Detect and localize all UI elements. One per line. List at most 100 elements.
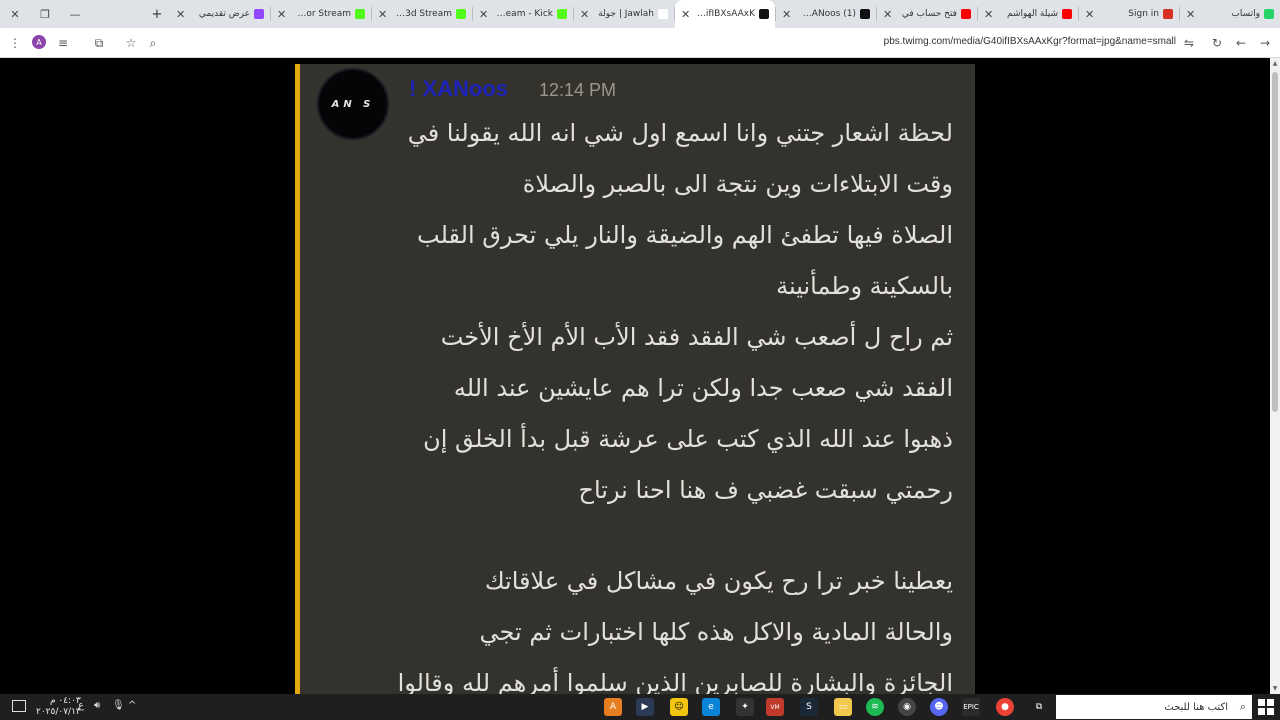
menu-icon[interactable]: ⋮: [6, 34, 24, 52]
start-button[interactable]: [1258, 699, 1274, 715]
tab-favicon-icon: [1264, 9, 1274, 19]
message-line: ذهبوا عند الله الذي كتب على عرشة قبل بدأ…: [423, 425, 953, 453]
site-settings-icon[interactable]: ⇋: [1180, 34, 1198, 52]
tab-favicon-icon: [1163, 9, 1173, 19]
clock-time: ٠٤:٠٣ م: [49, 696, 81, 706]
message-line: يعطينا خبر ترا رح يكون في مشاكل في علاقا…: [484, 567, 953, 595]
scroll-up-icon[interactable]: ▲: [1271, 60, 1279, 67]
message-body: لحظة اشعار جتني وانا اسمع اول شي انه الل…: [393, 108, 953, 694]
app-icon-2[interactable]: ▶: [636, 698, 654, 716]
close-window-icon[interactable]: ✕: [0, 0, 30, 28]
forward-icon[interactable]: →: [1256, 34, 1274, 52]
tab-close-icon[interactable]: ✕: [984, 8, 993, 21]
extensions-icon[interactable]: ⧉: [90, 34, 108, 52]
browser-tab[interactable]: عرض تقديمي ✕: [170, 0, 270, 28]
tab-favicon-icon: [759, 9, 769, 19]
tab-close-icon[interactable]: ✕: [176, 8, 185, 21]
tab-close-icon[interactable]: ✕: [277, 8, 286, 21]
tab-title: Sign in: [1128, 9, 1159, 19]
browser-tab[interactable]: (1) XANoos (@ ✕: [776, 0, 876, 28]
tab-favicon-icon: [254, 9, 264, 19]
browser-tab[interactable]: Jawlah | جولة ✕: [574, 0, 674, 28]
back-icon[interactable]: ←: [1232, 34, 1250, 52]
browser-tab[interactable]: Sign in ✕: [1079, 0, 1179, 28]
bookmark-star-icon[interactable]: ☆: [122, 34, 140, 52]
browser-tab[interactable]: Abo7or Stream ✕: [271, 0, 371, 28]
tab-favicon-icon: [456, 9, 466, 19]
message-line: والحالة المادية والاكل هذه كلها اختبارات…: [479, 618, 953, 646]
tab-favicon-icon: [355, 9, 365, 19]
tab-close-icon[interactable]: ✕: [1085, 8, 1094, 21]
tab-favicon-icon: [658, 9, 668, 19]
clock-date: ٢٠٢٥/٠٧/١٣: [36, 707, 81, 717]
language-indicator[interactable]: ع: [78, 700, 84, 711]
voice-app-icon[interactable]: VM: [766, 698, 784, 716]
message-line: ثم راح ل أصعب شي الفقد فقد الأب الأم الأ…: [440, 323, 953, 351]
search-input[interactable]: ⌕ اكتب هنا للبحث: [1056, 695, 1252, 719]
browser-tab[interactable]: فتح حساب في ✕: [877, 0, 977, 28]
spotify-icon[interactable]: ≋: [866, 698, 884, 716]
show-hidden-icons-icon[interactable]: ^: [128, 700, 136, 711]
file-explorer-icon[interactable]: ▭: [834, 698, 852, 716]
discord-icon[interactable]: ☻: [930, 698, 948, 716]
clock[interactable]: ٠٤:٠٣ م ٢٠٢٥/٠٧/١٣: [36, 696, 81, 718]
browser-toolbar: ⋮ A ≡ ⧉ ☆ ⌕ pbs.twimg.com/media/G40ifIBX…: [0, 28, 1280, 58]
tab-title: عرض تقديمي: [198, 9, 250, 19]
message-line: الجائزة والبشارة للصابرين الذين سلموا أم…: [397, 669, 953, 694]
browser-tab[interactable]: G40ifIBXsAAxK ✕: [675, 0, 775, 28]
reading-list-icon[interactable]: ≡: [54, 34, 72, 52]
app-icon-5[interactable]: ✦: [736, 698, 754, 716]
tab-close-icon[interactable]: ✕: [883, 8, 892, 21]
restore-window-icon[interactable]: ❐: [30, 0, 60, 28]
tab-close-icon[interactable]: ✕: [378, 8, 387, 21]
tab-close-icon[interactable]: ✕: [1186, 8, 1195, 21]
microphone-icon[interactable]: 🎙︎: [112, 700, 125, 711]
task-view-icon[interactable]: ⧉: [1030, 698, 1048, 716]
tab-favicon-icon: [860, 9, 870, 19]
accent-bar: [295, 64, 300, 694]
new-tab-button[interactable]: +: [144, 7, 170, 22]
message-image: AN S ! XANoos 12:14 PM لحظة اشعار جتني و…: [295, 64, 975, 694]
app-icon-10[interactable]: ◉: [898, 698, 916, 716]
steam-icon[interactable]: S: [800, 698, 818, 716]
zoom-icon[interactable]: ⌕: [144, 34, 162, 52]
tab-close-icon[interactable]: ✕: [479, 8, 488, 21]
tab-title: شيلة الهواشم: [1007, 9, 1058, 19]
app-icon-1[interactable]: A: [604, 698, 622, 716]
scroll-down-icon[interactable]: ▼: [1271, 685, 1279, 692]
chrome-icon[interactable]: ●: [996, 698, 1014, 716]
reload-icon[interactable]: ↻: [1208, 34, 1226, 52]
message-line: رحمتي سبقت غضبي ف هنا احنا نرتاح: [578, 476, 953, 504]
browser-tab[interactable]: واتساب ✕: [1180, 0, 1280, 28]
tab-title: (1) XANoos (@: [797, 9, 856, 19]
tab-favicon-icon: [961, 9, 971, 19]
avatar-text: AN S: [331, 98, 375, 110]
volume-icon[interactable]: 🔊︎: [94, 700, 100, 711]
message-line: لحظة اشعار جتني وانا اسمع اول شي انه الل…: [407, 119, 953, 147]
minimize-window-icon[interactable]: —: [60, 0, 90, 28]
tab-title: واتساب: [1231, 9, 1260, 19]
address-bar[interactable]: pbs.twimg.com/media/G40ifIBXsAAxKgr?form…: [884, 36, 1176, 47]
epic-games-icon[interactable]: EPIC: [962, 698, 980, 716]
app-icon-3[interactable]: ☺: [670, 698, 688, 716]
tab-close-icon[interactable]: ✕: [681, 8, 690, 21]
browser-tab[interactable]: Stream - Kick ✕: [473, 0, 573, 28]
tab-favicon-icon: [557, 9, 567, 19]
tab-close-icon[interactable]: ✕: [782, 8, 791, 21]
edge-icon[interactable]: e: [702, 698, 720, 716]
profile-avatar[interactable]: A: [32, 35, 46, 49]
username: ! XANoos: [409, 76, 508, 101]
tab-title: G40ifIBXsAAxK: [696, 9, 755, 19]
notification-icon[interactable]: [12, 700, 26, 712]
message-line: [393, 516, 953, 556]
tab-list: واتساب ✕ Sign in ✕ شيلة الهواشم ✕ فتح حساب في ✕…: [170, 0, 1280, 28]
page-scrollbar[interactable]: ▲ ▼: [1270, 58, 1280, 694]
search-placeholder: اكتب هنا للبحث: [1164, 701, 1228, 713]
browser-tab[interactable]: zR3d Stream - ✕: [372, 0, 472, 28]
scrollbar-thumb[interactable]: [1272, 72, 1278, 412]
tab-close-icon[interactable]: ✕: [580, 8, 589, 21]
avatar: AN S: [317, 68, 389, 140]
tab-title: zR3d Stream -: [393, 9, 452, 19]
browser-tab[interactable]: شيلة الهواشم ✕: [978, 0, 1078, 28]
taskbar: ٠٤:٠٣ م ٢٠٢٥/٠٧/١٣ ع 🔊︎ 🎙︎ ^ A ▶ ☺ e ✦ V…: [0, 694, 1280, 720]
